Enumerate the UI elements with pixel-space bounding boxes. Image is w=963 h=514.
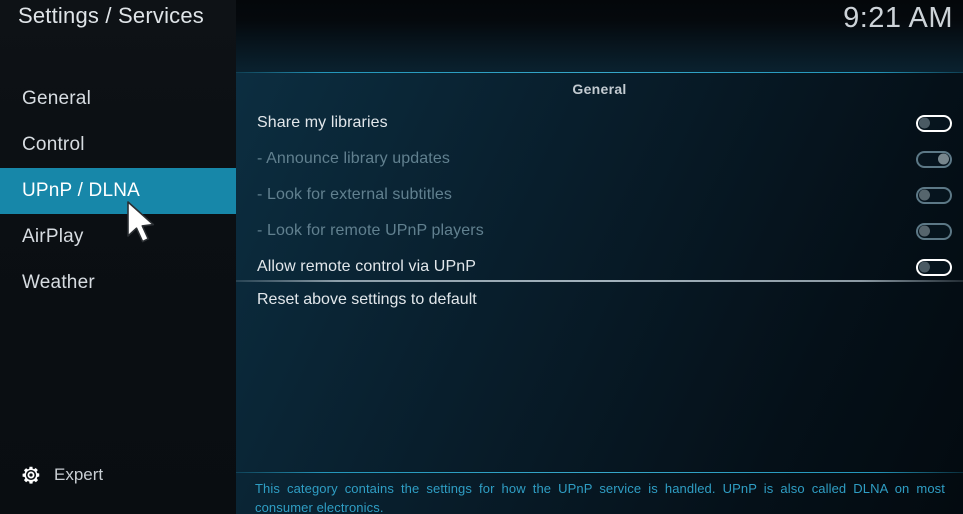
settings-divider (236, 280, 963, 282)
setting-row-announce-library-updates[interactable]: - Announce library updates (236, 141, 963, 177)
sidebar-item-label: Control (22, 134, 85, 155)
setting-label: - Look for external subtitles (257, 186, 452, 203)
gear-icon (20, 464, 42, 486)
sidebar-item-label: AirPlay (22, 226, 84, 247)
settings-level-label: Expert (54, 465, 104, 484)
toggle-knob (919, 117, 930, 129)
category-description: This category contains the settings for … (255, 481, 945, 514)
description-divider (236, 472, 963, 473)
toggle-allow-remote-control-via-upnp[interactable] (916, 258, 952, 276)
sidebar-item-control[interactable]: Control (0, 122, 236, 168)
setting-label: - Look for remote UPnP players (257, 222, 484, 239)
page-title: Settings / Services (18, 3, 204, 28)
main-panel: 9:21 AM General Share my libraries - Ann… (236, 0, 963, 514)
toggle-look-for-remote-upnp-players[interactable] (916, 222, 952, 240)
sidebar-item-airplay[interactable]: AirPlay (0, 214, 236, 260)
sidebar-item-weather[interactable]: Weather (0, 260, 236, 306)
toggle-knob (919, 189, 930, 201)
sidebar-item-label: Weather (22, 272, 95, 293)
setting-label: Allow remote control via UPnP (257, 258, 476, 275)
sidebar-category-list: General Control UPnP / DLNA AirPlay Weat… (0, 76, 236, 306)
clock: 9:21 AM (843, 2, 953, 34)
sidebar: Settings / Services General Control UPnP… (0, 0, 236, 514)
setting-label: Share my libraries (257, 114, 388, 131)
sidebar-item-general[interactable]: General (0, 76, 236, 122)
toggle-knob (919, 225, 930, 237)
toggle-share-my-libraries[interactable] (916, 114, 952, 132)
toggle-knob (938, 153, 949, 165)
kodi-settings-window: Settings / Services General Control UPnP… (0, 0, 963, 514)
sidebar-item-label: UPnP / DLNA (22, 180, 141, 201)
reset-settings-label: Reset above settings to default (257, 291, 477, 308)
sidebar-item-label: General (22, 88, 91, 109)
header-divider (236, 72, 963, 73)
setting-row-share-my-libraries[interactable]: Share my libraries (236, 105, 963, 141)
setting-row-look-for-remote-upnp-players[interactable]: - Look for remote UPnP players (236, 213, 963, 249)
setting-row-look-for-external-subtitles[interactable]: - Look for external subtitles (236, 177, 963, 213)
setting-label: - Announce library updates (257, 150, 450, 167)
settings-level-button[interactable]: Expert (20, 464, 103, 486)
toggle-announce-library-updates[interactable] (916, 150, 952, 168)
section-header: General (572, 81, 627, 97)
reset-settings-button[interactable]: Reset above settings to default (236, 283, 963, 317)
toggle-look-for-external-subtitles[interactable] (916, 186, 952, 204)
settings-list: Share my libraries - Announce library up… (236, 105, 963, 285)
toggle-knob (919, 261, 930, 273)
sidebar-item-upnp-dlna[interactable]: UPnP / DLNA (0, 168, 236, 214)
